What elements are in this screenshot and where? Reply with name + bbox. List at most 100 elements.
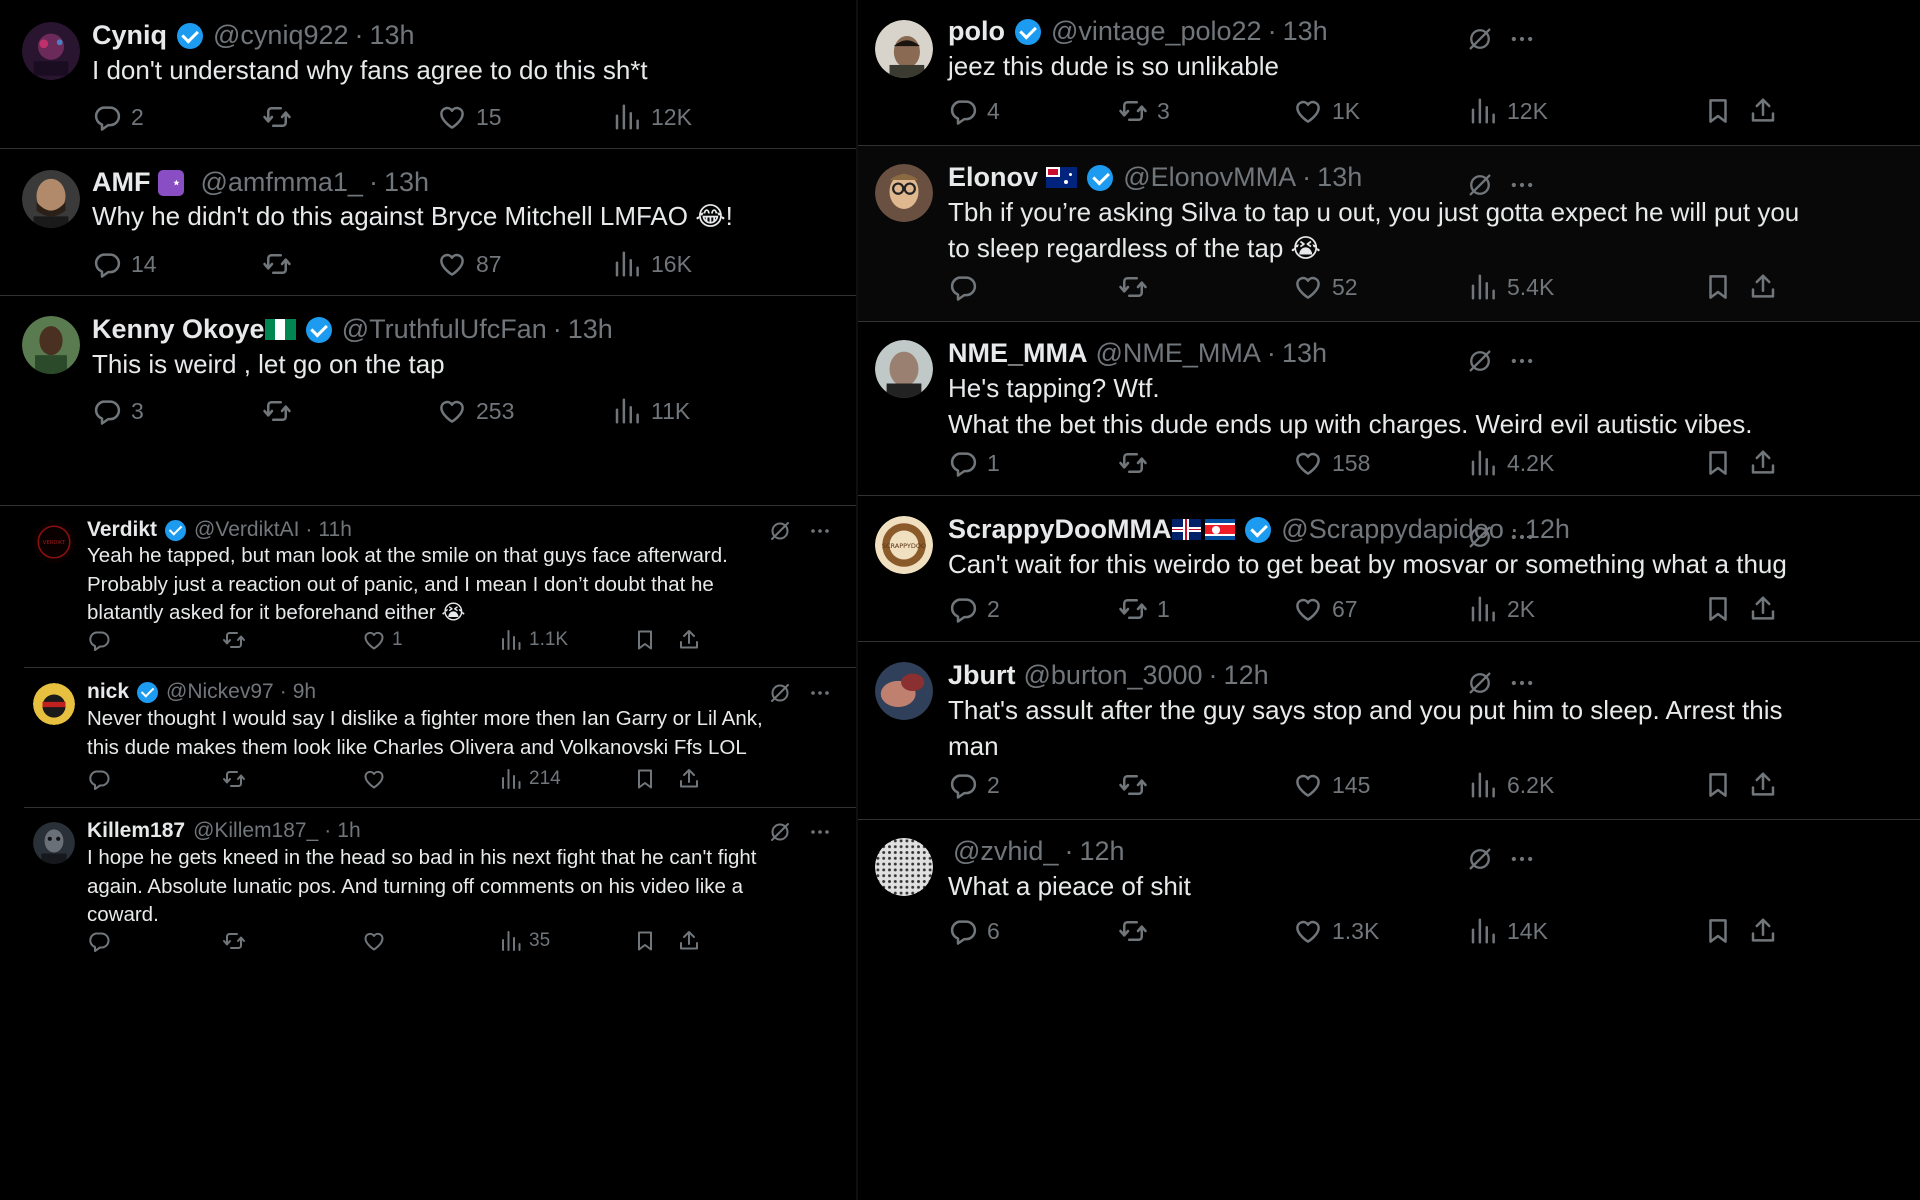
views-button[interactable]: 214	[499, 767, 561, 791]
grok-icon[interactable]	[1466, 845, 1494, 873]
avatar[interactable]	[875, 662, 933, 720]
reply-tweet[interactable]: nick @Nickev97 · 9h Never thought I would sa…	[0, 668, 856, 808]
like-button[interactable]	[362, 767, 392, 791]
reply-button[interactable]: 14	[92, 249, 157, 279]
avatar[interactable]	[875, 340, 933, 398]
like-button[interactable]: 1K	[1293, 96, 1360, 126]
author-name[interactable]: nick	[87, 680, 129, 704]
bookmark-button[interactable]	[1703, 916, 1733, 946]
avatar[interactable]	[875, 164, 933, 222]
grok-icon[interactable]	[768, 519, 792, 543]
like-button[interactable]	[362, 929, 392, 953]
reply-tweet[interactable]: Elonov @ElonovMMA · 13h Tbh if you’re asking…	[858, 146, 1920, 322]
more-icon[interactable]	[1508, 845, 1536, 873]
timestamp[interactable]: 9h	[293, 680, 316, 704]
share-button[interactable]	[1748, 96, 1778, 126]
grok-icon[interactable]	[768, 820, 792, 844]
author-handle[interactable]: @NME_MMA	[1096, 338, 1261, 369]
grok-icon[interactable]	[1466, 25, 1494, 53]
reply-button[interactable]: 4	[948, 96, 1000, 126]
author-name[interactable]: ScrappyDooMMA	[948, 514, 1172, 545]
views-button[interactable]: 4.2K	[1468, 448, 1554, 478]
timestamp[interactable]: 12h	[1224, 660, 1269, 691]
reply-tweet[interactable]: polo @vintage_polo22 · 13h jeez this dude is…	[858, 0, 1920, 146]
reply-tweet[interactable]: Jburt @burton_3000 · 12h That's assult after…	[858, 642, 1920, 820]
author-name[interactable]: Kenny Okoye	[92, 314, 265, 345]
author-handle[interactable]: @TruthfulUfcFan	[342, 314, 547, 345]
like-button[interactable]: 158	[1293, 448, 1370, 478]
reply-tweet[interactable]: NME_MMA @NME_MMA · 13h He's tapping? Wtf. Wha…	[858, 322, 1920, 496]
like-button[interactable]: 253	[437, 396, 514, 426]
avatar[interactable]	[875, 20, 933, 78]
retweet-button[interactable]	[1118, 770, 1157, 800]
more-icon[interactable]	[1508, 25, 1536, 53]
reply-tweet[interactable]: AMF @amfmma1_ · 13h Why he didn't do this ag…	[0, 149, 856, 296]
bookmark-button[interactable]	[633, 628, 657, 652]
author-handle[interactable]: @vintage_polo22	[1051, 16, 1262, 47]
share-button[interactable]	[1748, 594, 1778, 624]
timestamp[interactable]: 13h	[1283, 16, 1328, 47]
avatar[interactable]: VERDIKT	[33, 521, 75, 563]
views-button[interactable]: 2K	[1468, 594, 1535, 624]
avatar[interactable]	[875, 838, 933, 896]
bookmark-button[interactable]	[633, 767, 657, 791]
like-button[interactable]: 1.3K	[1293, 916, 1379, 946]
reply-button[interactable]: 3	[92, 396, 144, 426]
reply-button[interactable]	[87, 929, 117, 953]
retweet-button[interactable]: 1	[1118, 594, 1170, 624]
timestamp[interactable]: 12h	[1079, 836, 1124, 867]
reply-tweet[interactable]: Cyniq @cyniq922 · 13h I don't understand why…	[0, 0, 856, 149]
author-handle[interactable]: @VerdiktAI	[194, 518, 299, 542]
reply-button[interactable]	[87, 628, 117, 652]
author-name[interactable]: NME_MMA	[948, 338, 1088, 369]
views-button[interactable]: 12K	[1468, 96, 1548, 126]
reply-button[interactable]: 2	[948, 594, 1000, 624]
bookmark-button[interactable]	[1703, 96, 1733, 126]
bookmark-button[interactable]	[1703, 594, 1733, 624]
retweet-button[interactable]	[1118, 272, 1157, 302]
reply-tweet[interactable]: VERDIKT Verdikt @VerdiktAI · 11h Yeah he tapp…	[0, 506, 856, 668]
more-icon[interactable]	[808, 820, 832, 844]
author-name[interactable]: Elonov	[948, 162, 1038, 193]
views-button[interactable]: 14K	[1468, 916, 1548, 946]
like-button[interactable]: 1	[362, 628, 403, 652]
bookmark-button[interactable]	[1703, 448, 1733, 478]
share-button[interactable]	[1748, 770, 1778, 800]
like-button[interactable]: 87	[437, 249, 502, 279]
author-handle[interactable]: @Nickev97	[166, 680, 274, 704]
author-handle[interactable]: @Killem187_	[193, 819, 318, 843]
reply-button[interactable]: 2	[92, 102, 144, 132]
reply-tweet[interactable]: @zvhid_ · 12h What a pieace of shit 6 1.3K 14K	[858, 820, 1920, 1200]
author-handle[interactable]: @zvhid_	[953, 836, 1058, 867]
views-button[interactable]: 5.4K	[1468, 272, 1554, 302]
views-button[interactable]: 12K	[612, 102, 692, 132]
grok-icon[interactable]	[768, 681, 792, 705]
like-button[interactable]: 145	[1293, 770, 1370, 800]
share-button[interactable]	[677, 767, 701, 791]
avatar[interactable]	[22, 170, 80, 228]
timestamp[interactable]: 11h	[318, 518, 351, 542]
reply-button[interactable]: 1	[948, 448, 1000, 478]
views-button[interactable]: 16K	[612, 249, 692, 279]
reply-tweet[interactable]: SCRAPPYDOO ScrappyDooMMA @Scrappydapidoo · 1…	[858, 496, 1920, 642]
retweet-button[interactable]	[222, 628, 252, 652]
author-handle[interactable]: @burton_3000	[1024, 660, 1203, 691]
retweet-button[interactable]	[262, 102, 301, 132]
author-name[interactable]: Killem187	[87, 819, 185, 843]
avatar[interactable]	[22, 316, 80, 374]
avatar[interactable]	[33, 822, 75, 864]
author-handle[interactable]: @ElonovMMA	[1123, 162, 1296, 193]
bookmark-button[interactable]	[1703, 272, 1733, 302]
timestamp[interactable]: 13h	[568, 314, 613, 345]
reply-button[interactable]	[87, 767, 117, 791]
author-handle[interactable]: @amfmma1_	[200, 167, 362, 198]
more-icon[interactable]	[808, 681, 832, 705]
retweet-button[interactable]	[1118, 448, 1157, 478]
like-button[interactable]: 15	[437, 102, 502, 132]
reply-button[interactable]: 6	[948, 916, 1000, 946]
views-button[interactable]: 11K	[612, 396, 690, 426]
timestamp[interactable]: 13h	[1282, 338, 1327, 369]
reply-button[interactable]: 2	[948, 770, 1000, 800]
author-name[interactable]: Verdikt	[87, 518, 157, 542]
author-name[interactable]: Jburt	[948, 660, 1016, 691]
